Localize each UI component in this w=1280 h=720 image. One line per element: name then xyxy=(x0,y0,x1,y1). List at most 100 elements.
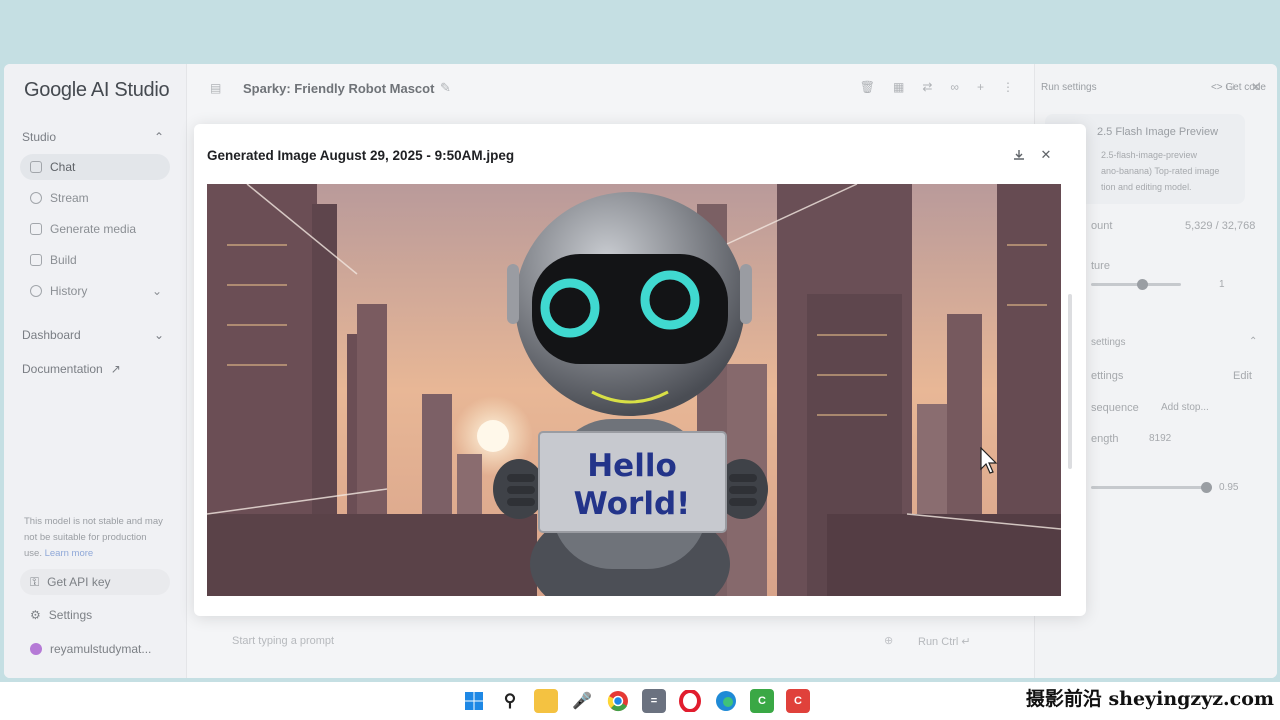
get-api-key-button[interactable]: ⚿ Get API key xyxy=(20,569,170,595)
sidebar-item-label: Chat xyxy=(50,160,76,174)
compare-icon[interactable]: ▦ xyxy=(893,80,904,94)
chat-icon xyxy=(30,161,42,173)
output-length-label: ength xyxy=(1091,433,1119,445)
watermark: 摄影前沿 sheyingzyz.com xyxy=(1025,688,1274,710)
prompt-input[interactable]: Start typing a prompt xyxy=(232,635,334,647)
sidebar-item-label: History xyxy=(50,284,88,298)
camtasia-recorder-icon[interactable]: C xyxy=(750,689,774,713)
generated-image: Hello World! xyxy=(207,184,1061,596)
windows-start-icon[interactable] xyxy=(462,689,486,713)
sidebar-section-studio[interactable]: Studio ⌃ xyxy=(22,130,164,144)
chevron-up-icon: ⌃ xyxy=(153,130,164,144)
edit-pencil-icon[interactable]: ✎ xyxy=(440,80,451,96)
close-icon[interactable]: ✕ xyxy=(1037,146,1055,164)
sidebar-item-chat[interactable]: Chat xyxy=(20,154,170,180)
build-icon xyxy=(30,254,42,266)
chrome-icon[interactable] xyxy=(606,689,630,713)
microphone-icon[interactable]: 🎤 xyxy=(570,689,594,713)
top-p-slider-handle[interactable] xyxy=(1201,482,1212,493)
top-p-slider[interactable] xyxy=(1091,486,1211,489)
studio-label: Studio xyxy=(22,130,57,144)
stop-sequence-input[interactable]: Add stop... xyxy=(1161,402,1209,413)
run-label: Run xyxy=(918,636,939,648)
sidebar-item-label: Generate media xyxy=(50,222,137,236)
file-explorer-icon[interactable] xyxy=(534,689,558,713)
dialog-scrollbar[interactable] xyxy=(1068,294,1072,469)
output-length-input[interactable]: 8192 xyxy=(1149,433,1171,444)
model-warning-note: This model is not stable and may not be … xyxy=(24,514,164,562)
gear-icon: ⚙ xyxy=(30,608,41,622)
chevron-down-icon: ⌄ xyxy=(153,328,164,342)
media-icon xyxy=(30,223,42,235)
avatar xyxy=(30,643,42,655)
sidebar-link-documentation[interactable]: Documentation ↗ xyxy=(22,362,164,376)
calculator-icon[interactable]: = xyxy=(642,689,666,713)
sidebar-item-build[interactable]: Build xyxy=(20,247,170,273)
temperature-label: ture xyxy=(1091,260,1110,272)
mouse-cursor-icon xyxy=(980,447,998,474)
dashboard-label: Dashboard xyxy=(22,328,81,342)
prompt-input-bar[interactable]: Start typing a prompt ⊕ Run Ctrl ↵ xyxy=(204,626,1004,656)
run-shortcut: Ctrl ↵ xyxy=(941,636,971,648)
sidebar-item-label: Stream xyxy=(50,191,89,205)
safety-settings-label: ettings xyxy=(1091,370,1124,382)
top-p-value[interactable]: 0.95 xyxy=(1219,482,1238,493)
model-desc-line1: 2.5-flash-image-preview xyxy=(1101,150,1198,160)
close-panel-icon[interactable]: ✕ xyxy=(1251,80,1261,94)
sidebar-section-dashboard[interactable]: Dashboard ⌄ xyxy=(22,328,164,342)
download-icon[interactable] xyxy=(1010,146,1028,164)
link-icon[interactable]: ∞ xyxy=(950,80,959,94)
account-menu[interactable]: reyamulstudymat... xyxy=(20,636,170,662)
temperature-slider[interactable] xyxy=(1091,283,1181,286)
account-name: reyamulstudymat... xyxy=(50,642,152,656)
image-preview-dialog: Generated Image August 29, 2025 - 9:50AM… xyxy=(194,124,1086,616)
edge-icon[interactable] xyxy=(714,689,738,713)
dialog-title: Generated Image August 29, 2025 - 9:50AM… xyxy=(207,148,515,163)
topbar-actions: 🗑 ▦ ⇄ ∞ + ⋮ xyxy=(860,80,1014,94)
api-key-label: Get API key xyxy=(47,575,111,589)
add-media-icon[interactable]: ⊕ xyxy=(884,634,893,647)
documentation-label: Documentation xyxy=(22,362,103,376)
history-icon xyxy=(30,285,42,297)
sign-text-line1: Hello xyxy=(587,448,677,484)
stream-icon xyxy=(30,192,42,204)
token-count-value: 5,329 / 32,768 xyxy=(1185,220,1256,232)
chevron-up-icon[interactable]: ⌃ xyxy=(1249,336,1257,347)
settings-label: Settings xyxy=(48,608,93,622)
external-link-icon: ↗ xyxy=(110,362,121,376)
opera-icon[interactable] xyxy=(678,689,702,713)
chat-topbar: ▤ Sparky: Friendly Robot Mascot ✎ 🗑 ▦ ⇄ … xyxy=(194,64,1034,112)
run-button[interactable]: Run Ctrl ↵ xyxy=(918,635,971,648)
sidebar-item-generate-media[interactable]: Generate media xyxy=(20,216,170,242)
chevron-down-icon: ⌄ xyxy=(151,284,162,298)
add-icon[interactable]: + xyxy=(977,80,984,94)
model-desc-line3: tion and editing model. xyxy=(1101,182,1192,192)
key-icon: ⚿ xyxy=(30,574,40,589)
delete-icon[interactable]: 🗑 xyxy=(860,80,875,94)
chat-title[interactable]: Sparky: Friendly Robot Mascot xyxy=(243,81,434,96)
sidebar-item-label: Build xyxy=(50,253,77,267)
share-icon[interactable]: ⇄ xyxy=(922,80,932,94)
safety-edit-button[interactable]: Edit xyxy=(1233,370,1252,382)
advanced-settings-label[interactable]: settings xyxy=(1091,337,1125,348)
sign-text-line2: World! xyxy=(574,486,691,522)
temperature-value[interactable]: 1 xyxy=(1219,279,1225,290)
search-icon[interactable]: ⚲ xyxy=(498,689,522,713)
model-desc-line2: ano-banana) Top-rated image xyxy=(1101,166,1220,176)
token-count-label: ount xyxy=(1091,220,1113,232)
toggle-panel-icon[interactable]: ▤ xyxy=(210,81,221,95)
temperature-slider-handle[interactable] xyxy=(1137,279,1148,290)
learn-more-link[interactable]: Learn more xyxy=(45,548,94,559)
chat-bubble-icon[interactable]: □ xyxy=(1227,81,1234,93)
more-vert-icon[interactable]: ⋮ xyxy=(1002,80,1014,94)
app-logo: Google AI Studio xyxy=(24,79,170,101)
run-settings-title: Run settings xyxy=(1041,82,1097,93)
camtasia-editor-icon[interactable]: C xyxy=(786,689,810,713)
sidebar-item-history[interactable]: History ⌄ xyxy=(20,278,170,304)
model-name: 2.5 Flash Image Preview xyxy=(1097,126,1219,138)
stop-sequence-label: sequence xyxy=(1091,402,1139,414)
sidebar-item-stream[interactable]: Stream xyxy=(20,185,170,211)
settings-button[interactable]: ⚙ Settings xyxy=(20,602,170,628)
taskbar-apps: ⚲ 🎤 = C C xyxy=(462,689,810,713)
sidebar: Google AI Studio Studio ⌃ Chat Stream Ge… xyxy=(4,64,187,678)
